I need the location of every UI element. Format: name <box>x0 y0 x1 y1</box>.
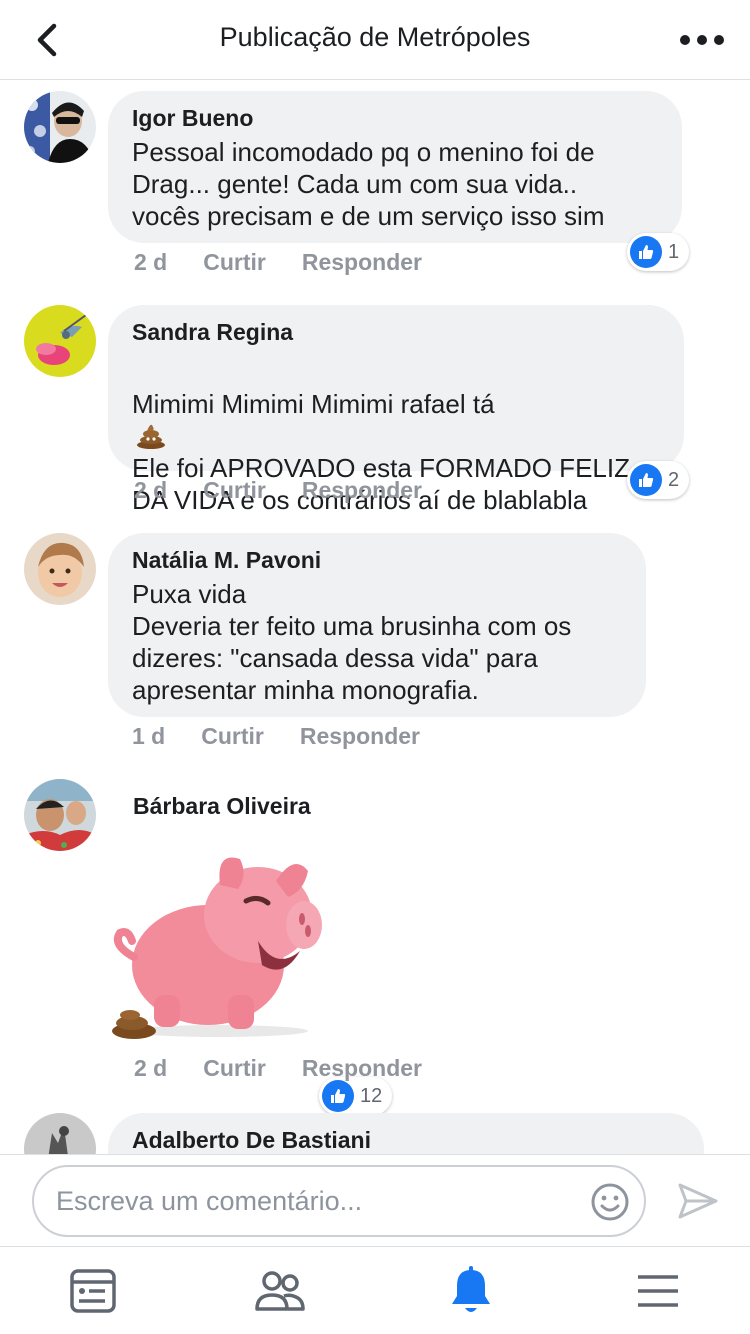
avatar[interactable] <box>24 533 96 605</box>
comment-author[interactable]: Natália M. Pavoni <box>132 547 622 574</box>
more-options-button[interactable] <box>680 28 724 52</box>
top-bar: Publicação de Metrópoles <box>0 0 750 80</box>
more-horizontal-icon <box>680 35 690 45</box>
avatar[interactable] <box>24 305 96 377</box>
emoji-button[interactable] <box>590 1182 630 1222</box>
comment-timestamp[interactable]: 1 d <box>132 723 165 750</box>
comment-actions: 1 d Curtir Responder <box>132 723 420 750</box>
reply-link[interactable]: Responder <box>302 1055 422 1082</box>
comment-text: Puxa vida Deveria ter feito uma brusinha… <box>132 579 572 705</box>
comment-actions: 2 d Curtir Responder <box>134 1055 422 1082</box>
reply-link[interactable]: Responder <box>302 477 422 504</box>
comment-author[interactable]: Adalberto De Bastiani <box>132 1127 680 1154</box>
comment-text: Pessoal incomodado pq o menino foi de Dr… <box>132 137 605 231</box>
bottom-navigation <box>0 1246 750 1334</box>
reaction-count: 1 <box>668 240 680 263</box>
comment-composer <box>0 1154 750 1246</box>
nav-friends[interactable] <box>254 1265 306 1317</box>
reaction-count: 12 <box>360 1084 383 1107</box>
comment-bubble[interactable]: Igor Bueno Pessoal incomodado pq o menin… <box>108 91 682 243</box>
like-link[interactable]: Curtir <box>203 249 266 276</box>
comments-list: Igor Bueno Pessoal incomodado pq o menin… <box>0 81 750 1154</box>
reaction-count-badge[interactable]: 12 <box>319 1077 393 1115</box>
comment-timestamp[interactable]: 2 d <box>134 477 167 504</box>
nav-news-feed[interactable] <box>67 1265 119 1317</box>
reaction-count: 2 <box>668 468 680 491</box>
comment-bubble[interactable]: Natália M. Pavoni Puxa vida Deveria ter … <box>108 533 646 717</box>
comment-author[interactable]: Sandra Regina <box>132 319 660 346</box>
like-link[interactable]: Curtir <box>203 477 266 504</box>
comment-timestamp[interactable]: 2 d <box>134 249 167 276</box>
comment-input-wrapper[interactable] <box>32 1165 646 1237</box>
like-link[interactable]: Curtir <box>203 1055 266 1082</box>
comment-actions: 2 d Curtir Responder <box>134 477 422 504</box>
notifications-bell-icon <box>452 1266 490 1312</box>
news-feed-icon <box>70 1269 116 1313</box>
like-link[interactable]: Curtir <box>201 723 264 750</box>
comment-input[interactable] <box>56 1181 576 1221</box>
poop-emoji-icon <box>137 424 165 449</box>
thumbs-up-icon <box>630 464 662 496</box>
comment-author[interactable]: Bárbara Oliveira <box>133 793 311 820</box>
pig-sticker <box>108 845 334 1041</box>
comment-author[interactable]: Igor Bueno <box>132 105 658 132</box>
avatar[interactable] <box>24 779 96 851</box>
smiley-icon <box>591 1183 629 1221</box>
reaction-count-badge[interactable]: 1 <box>627 233 690 271</box>
menu-icon <box>638 1275 678 1307</box>
nav-notifications[interactable] <box>445 1265 497 1317</box>
comment-actions: 2 d Curtir Responder <box>134 249 422 276</box>
reply-link[interactable]: Responder <box>302 249 422 276</box>
comment-text: Mimimi Mimimi Mimimi rafael tá <box>132 389 495 419</box>
comment-bubble[interactable]: Adalberto De Bastiani <box>108 1113 704 1154</box>
page-title: Publicação de Metrópoles <box>219 22 531 52</box>
nav-menu[interactable] <box>632 1265 684 1317</box>
comment-bubble[interactable]: Sandra Regina Mimimi Mimimi Mimimi rafae… <box>108 305 684 515</box>
thumbs-up-icon <box>322 1080 354 1112</box>
comment-timestamp[interactable]: 2 d <box>134 1055 167 1082</box>
friends-icon <box>255 1271 305 1311</box>
reply-link[interactable]: Responder <box>300 723 420 750</box>
send-icon <box>678 1183 718 1219</box>
avatar[interactable] <box>24 1113 96 1154</box>
avatar[interactable] <box>24 91 96 163</box>
reaction-count-badge[interactable]: 2 <box>627 461 690 499</box>
thumbs-up-icon <box>630 236 662 268</box>
send-button[interactable] <box>676 1181 720 1221</box>
